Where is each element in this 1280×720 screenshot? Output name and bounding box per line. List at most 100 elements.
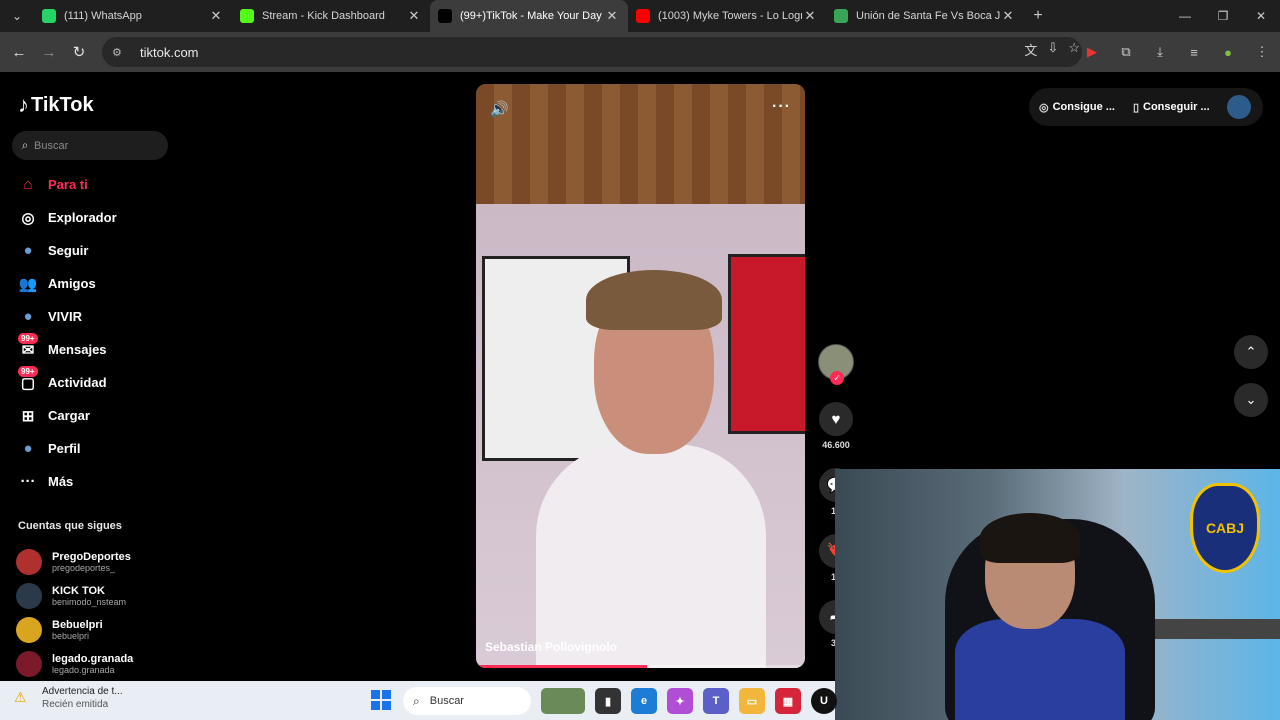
maximize-button[interactable]: ❐ (1204, 0, 1242, 32)
toolbar-right: ▶ ⧉ ⤓ ≡ ● ⋮ (1082, 38, 1272, 66)
avatar (16, 651, 42, 677)
browser-tab[interactable]: (99+)TikTok - Make Your Day ✕ (430, 0, 628, 32)
windows-start-icon[interactable] (371, 690, 391, 710)
search-icon: ⌕ (21, 138, 29, 152)
edge-icon[interactable]: e (631, 688, 657, 714)
sidebar-item-mensajes[interactable]: ✉ Mensajes 99+ (16, 333, 176, 366)
video-author[interactable]: Sebastian Pollovignolo (485, 640, 617, 654)
close-tab-icon[interactable]: ✕ (406, 8, 422, 24)
get-app-button[interactable]: ▯ Conseguir ... (1133, 101, 1210, 114)
person-hair (586, 270, 722, 330)
tiktok-logo[interactable]: ♪ TikTok (18, 92, 94, 118)
more-options-icon[interactable]: ··· (772, 98, 791, 116)
file-explorer-icon[interactable]: ▭ (739, 688, 765, 714)
video-progress-bar[interactable] (476, 665, 805, 668)
video-ceiling (476, 84, 805, 204)
downloads-icon[interactable]: ⤓ (1150, 38, 1170, 66)
like-button[interactable]: ♥ (819, 402, 853, 436)
browser-tabstrip: ⌄ (111) WhatsApp ✕ Stream - Kick Dashboard… (0, 0, 1280, 32)
sidebar-item-vivir[interactable]: ● VIVIR (16, 300, 176, 333)
streamer-hair (980, 513, 1080, 563)
live-avatar-icon: ● (23, 308, 33, 325)
following-account[interactable]: Bebuelpri bebuelpri (16, 613, 133, 647)
follow-plus-icon[interactable]: ✓ (830, 371, 844, 385)
new-tab-button[interactable]: + (1024, 7, 1052, 25)
minimize-button[interactable]: — (1166, 0, 1204, 32)
translate-icon[interactable]: 文 (1024, 40, 1037, 59)
teams-icon[interactable]: T (703, 688, 729, 714)
top-right-actions: ◎ Consigue ... ▯ Conseguir ... (1029, 88, 1263, 126)
following-account[interactable]: legado.granada legado.granada (16, 647, 133, 681)
browser-tab[interactable]: (111) WhatsApp ✕ (34, 0, 232, 32)
whatsapp-icon (42, 9, 56, 23)
account-text: Bebuelpri bebuelpri (52, 619, 103, 642)
close-tab-icon[interactable]: ✕ (1000, 8, 1016, 24)
menu-dots-icon[interactable]: ⋮ (1252, 38, 1272, 66)
media-controls-icon[interactable]: ≡ (1184, 38, 1204, 66)
sidebar-item-para-ti[interactable]: ⌂ Para ti (16, 168, 176, 201)
sidebar-item-más[interactable]: ··· Más (16, 465, 176, 498)
following-account[interactable]: PregoDeportes pregodeportes_ (16, 545, 133, 579)
upwork-icon[interactable]: U (811, 688, 837, 714)
install-app-icon[interactable]: ⇩ (1047, 40, 1058, 59)
sidebar-item-label: Actividad (48, 375, 107, 390)
account-text: PregoDeportes pregodeportes_ (52, 551, 131, 574)
video-player[interactable]: 🔊 ··· Sebastian Pollovignolo (476, 84, 805, 668)
tabs-container: (111) WhatsApp ✕ Stream - Kick Dashboard ✕(… (34, 0, 1024, 32)
get-coins-label: Consigue ... (1052, 101, 1115, 113)
get-coins-button[interactable]: ◎ Consigue ... (1039, 101, 1115, 114)
notification-title: Advertencia de t... (42, 686, 123, 697)
close-tab-icon[interactable]: ✕ (208, 8, 224, 24)
creator-avatar[interactable]: ✓ (818, 344, 854, 385)
widgets-icon[interactable] (541, 688, 585, 714)
app-icon[interactable]: ▦ (775, 688, 801, 714)
sidebar-item-label: Amigos (48, 276, 96, 291)
taskbar-search-icon: ⌕ (413, 693, 420, 708)
compass-icon: ◎ (21, 209, 35, 227)
copilot-icon[interactable]: ✦ (667, 688, 693, 714)
sidebar-item-cargar[interactable]: ⊞ Cargar (16, 399, 176, 432)
reload-button[interactable]: ↻ (64, 37, 94, 67)
search-input[interactable]: ⌕ Buscar (12, 131, 168, 160)
sidebar-item-label: Más (48, 474, 74, 489)
close-tab-icon[interactable]: ✕ (604, 8, 620, 24)
sidebar-item-actividad[interactable]: ▢ Actividad 99+ (16, 366, 176, 399)
sidebar-item-amigos[interactable]: 👥 Amigos (16, 267, 176, 300)
like-count: 46.600 (822, 440, 850, 450)
get-app-label: Conseguir ... (1143, 101, 1210, 113)
video-person (536, 264, 766, 668)
profile-avatar-icon[interactable]: ● (1218, 38, 1238, 66)
close-tab-icon[interactable]: ✕ (802, 8, 818, 24)
task-view-icon[interactable]: ▮ (595, 688, 621, 714)
account-name: Bebuelpri (52, 618, 103, 631)
browser-tab[interactable]: Unión de Santa Fe Vs Boca Juni ✕ (826, 0, 1024, 32)
back-button[interactable]: ← (4, 37, 34, 67)
sidebar-item-seguir[interactable]: ● Seguir (16, 234, 176, 267)
site-info-icon[interactable]: ⚙ (112, 46, 130, 59)
sidebar-item-label: Seguir (48, 243, 89, 258)
address-bar[interactable]: ⚙ tiktok.com (102, 37, 1082, 67)
following-account[interactable]: KICK TOK benimodo_nsteam (16, 579, 133, 613)
taskbar-search[interactable]: ⌕ Buscar (403, 687, 531, 715)
browser-tab[interactable]: (1003) Myke Towers - Lo Logré ✕ (628, 0, 826, 32)
user-avatar[interactable] (1227, 95, 1251, 119)
browser-tab[interactable]: Stream - Kick Dashboard ✕ (232, 0, 430, 32)
friends-icon: 👥 (18, 275, 38, 293)
previous-video-button[interactable]: ⌃ (1234, 335, 1268, 369)
tab-title: (111) WhatsApp (64, 10, 142, 22)
next-video-button[interactable]: ⌄ (1234, 383, 1268, 417)
account-handle: legado.granada (52, 664, 115, 675)
extension-icon[interactable]: ▶ (1082, 38, 1102, 66)
extensions-puzzle-icon[interactable]: ⧉ (1116, 38, 1136, 66)
volume-icon[interactable]: 🔊 (490, 100, 509, 118)
sidebar-item-perfil[interactable]: ● Perfil (16, 432, 176, 465)
person-body (536, 444, 766, 668)
tab-search-button[interactable]: ⌄ (0, 0, 34, 32)
upload-icon: ⊞ (21, 407, 35, 425)
forward-button[interactable]: → (34, 37, 64, 67)
bookmark-star-icon[interactable]: ☆ (1068, 40, 1080, 59)
notification-toast[interactable]: ⚠ Advertencia de t... Recién emitida (14, 685, 123, 711)
sidebar-item-explorador[interactable]: ◎ Explorador (16, 201, 176, 234)
omnibox-actions: 文 ⇩ ☆ (1024, 40, 1080, 59)
close-window-button[interactable]: ✕ (1242, 0, 1280, 32)
